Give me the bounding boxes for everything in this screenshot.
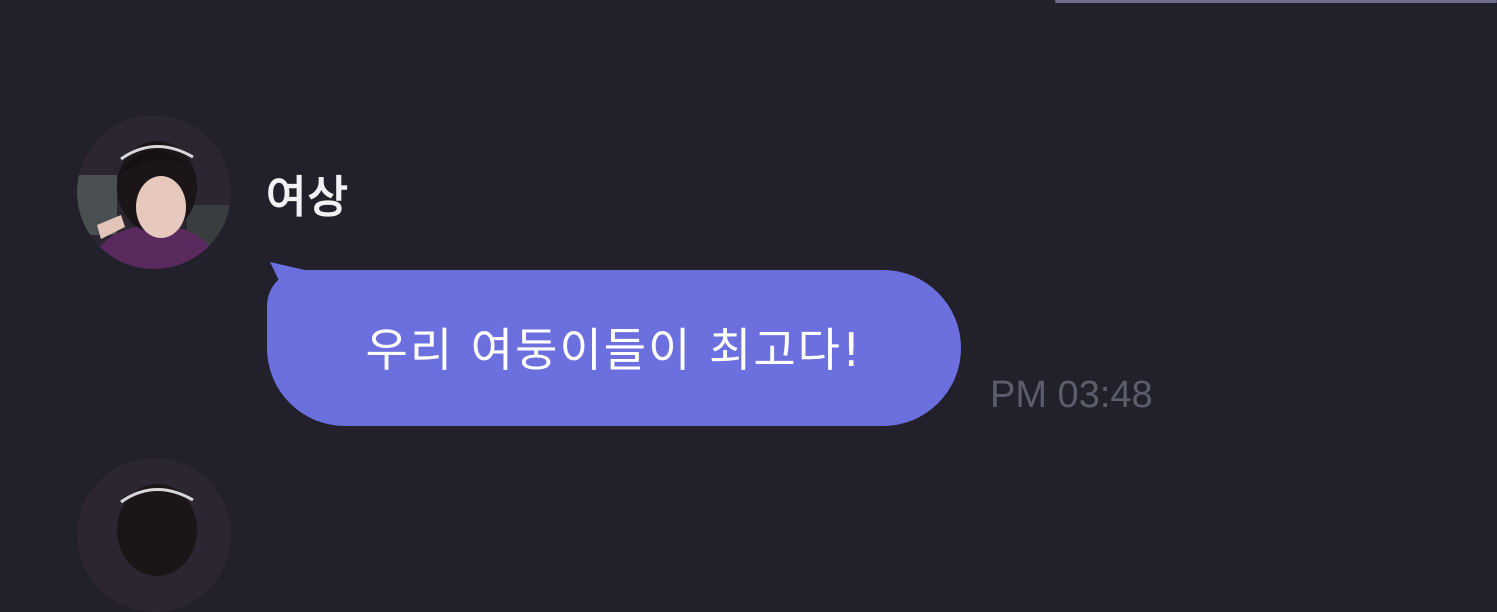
avatar-photo-icon (77, 115, 231, 269)
next-sender-avatar[interactable] (77, 458, 231, 612)
message-text: 우리 여둥이들이 최고다! (365, 323, 863, 377)
sender-name: 여상 (266, 172, 349, 223)
avatar-photo-icon (77, 458, 231, 612)
previous-message-edge (1055, 0, 1497, 3)
message-timestamp: PM 03:48 (990, 374, 1153, 416)
message-bubble[interactable]: 우리 여둥이들이 최고다! (267, 270, 961, 426)
sender-avatar[interactable] (77, 115, 231, 269)
